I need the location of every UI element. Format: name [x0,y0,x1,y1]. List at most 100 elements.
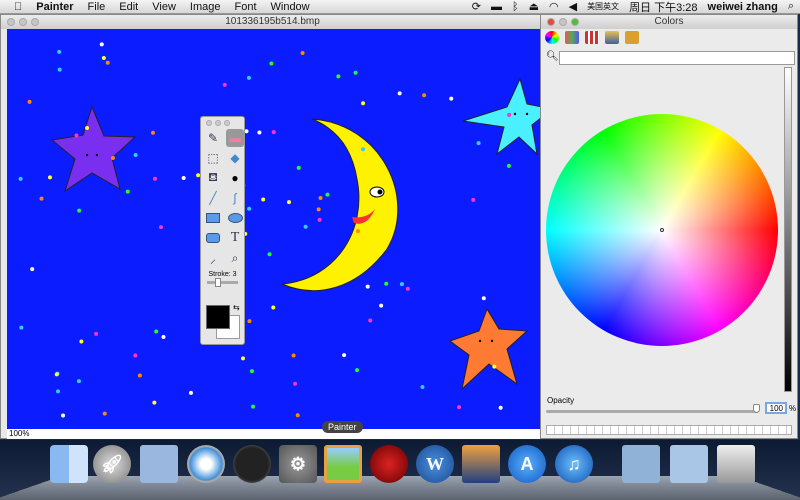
mail-icon[interactable] [140,445,178,483]
bomb-icon[interactable]: ● [226,169,244,187]
stroke-slider[interactable] [207,278,238,287]
confetti-dot [449,96,454,101]
menu-font[interactable]: Font [234,1,256,13]
confetti-dot [507,112,512,117]
minimize-button[interactable] [19,18,27,26]
safari-icon[interactable] [187,445,225,483]
menu-window[interactable]: Window [271,1,310,13]
launchpad-icon[interactable]: 🚀︎ [93,445,131,483]
system-preferences-icon[interactable]: ⚙ [279,445,317,483]
paint-bucket-icon[interactable]: ⛾ [204,169,222,187]
text-tool-icon[interactable]: T [226,229,244,247]
confetti-dot [384,281,389,286]
document-window: 101336195b514.bmp 100% [0,14,554,439]
confetti-dot [317,217,322,222]
itunes-icon[interactable]: ♫ [555,445,593,483]
opacity-field[interactable]: 100 [765,402,787,414]
dock-tooltip: Painter [322,421,363,433]
bluetooth-icon[interactable]: ᛒ [512,1,519,13]
wifi-icon[interactable]: ◠ [549,0,559,13]
opacity-slider-thumb[interactable] [753,404,760,413]
confetti-dot [269,61,274,66]
line-tool-icon[interactable]: ╱ [204,189,222,207]
confetti-dot [18,176,23,181]
confetti-dot [19,325,24,330]
confetti-dot [241,356,246,361]
color-swatches[interactable] [546,425,792,435]
sync-icon[interactable]: ⟳ [472,0,481,13]
confetti-dot [316,207,321,212]
confetti-dot [76,379,81,384]
confetti-dot [271,130,276,135]
eyedropper-tool-icon[interactable]: ⸝ [204,249,222,267]
menu-view[interactable]: View [152,1,176,13]
trash-icon[interactable] [717,445,755,483]
magnifier-tool-icon[interactable]: ⌕ [226,249,244,267]
downloads-folder-icon[interactable] [622,445,660,483]
color-wheel-tab-icon[interactable] [545,31,559,44]
confetti-dot [30,267,35,272]
eraser-tool-icon[interactable]: ▬ [226,129,244,147]
foreground-color-well[interactable] [206,305,230,329]
orange-star [448,307,529,391]
sliders-tab-icon[interactable] [565,31,579,44]
iphoto-icon[interactable] [462,445,500,483]
confetti-dot [303,224,308,229]
painter-icon[interactable] [324,445,362,483]
confetti-dot [498,405,503,410]
documents-folder-icon[interactable] [670,445,708,483]
apple-menu-icon[interactable]:  [14,1,22,13]
confetti-dot [353,70,358,75]
clock[interactable]: 周日 下午3:28 [629,0,697,15]
confetti-dot [355,368,360,373]
confetti-dot [39,196,44,201]
close-button[interactable] [547,18,555,26]
swap-colors-icon[interactable]: ⇆ [233,303,240,312]
brightness-slider[interactable] [784,67,792,392]
dashboard-icon[interactable] [233,445,271,483]
word-icon[interactable]: W [416,445,454,483]
document-titlebar[interactable]: 101336195b514.bmp [1,15,544,29]
confetti-dot [133,353,138,358]
confetti-dot [457,405,462,410]
volume-icon[interactable]: ◀ [569,0,577,13]
confetti-dot [247,206,252,211]
acrobat-icon[interactable] [370,445,408,483]
brush-tool-icon[interactable]: ✎ [204,129,222,147]
rounded-rect-tool-icon[interactable] [204,229,222,247]
colors-titlebar[interactable]: Colors [541,15,797,29]
rectangle-tool-icon[interactable] [204,209,222,227]
marquee-tool-icon[interactable]: ⬚ [204,149,222,167]
opacity-slider[interactable] [546,410,758,413]
spotlight-icon[interactable]: ⌕ [788,0,794,13]
color-search-input[interactable] [559,51,795,65]
smudge-tool-icon[interactable]: ◆ [226,149,244,167]
zoom-button[interactable] [571,18,579,26]
zoom-select[interactable]: 100% [7,429,542,439]
color-wheel[interactable] [546,114,778,346]
finder-icon[interactable] [50,445,88,483]
crayons-tab-icon[interactable] [625,31,639,44]
menu-file[interactable]: File [88,1,106,13]
close-button[interactable] [7,18,15,26]
confetti-dot [48,175,53,180]
ellipse-tool-icon[interactable] [226,209,244,227]
menu-edit[interactable]: Edit [119,1,138,13]
user-menu[interactable]: weiwei zhang [708,1,778,13]
menu-app[interactable]: Painter [36,1,73,13]
menu-image[interactable]: Image [190,1,221,13]
confetti-dot [365,284,370,289]
eject-icon[interactable]: ⏏ [529,0,539,13]
opacity-percent: % [789,404,797,413]
curve-tool-icon[interactable]: ∫ [226,189,244,207]
input-menu[interactable]: 美国英文 [587,1,619,12]
minimize-button[interactable] [559,18,567,26]
palettes-tab-icon[interactable] [585,31,599,44]
battery-icon[interactable]: ▬ [491,1,502,13]
zoom-button[interactable] [31,18,39,26]
search-icon: 🔍︎ [546,51,559,62]
image-palettes-tab-icon[interactable] [605,31,619,44]
drawing-canvas[interactable] [7,29,554,429]
app-store-icon[interactable]: A [508,445,546,483]
color-picker-cursor[interactable] [660,228,664,232]
